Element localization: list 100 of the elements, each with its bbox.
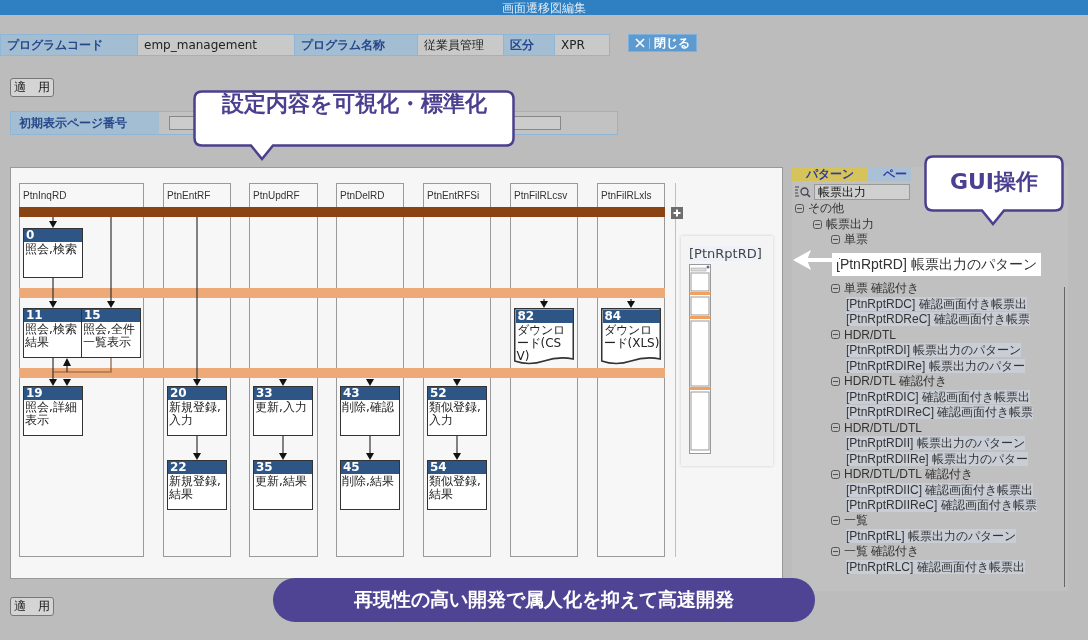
screen-node[interactable]: 43 削除,確認 [340, 386, 400, 436]
collapse-icon[interactable] [831, 423, 840, 433]
pattern-item[interactable]: [PtnRptRL] 帳票出力のパターン [846, 529, 1017, 544]
screen-node[interactable]: 11 照会,検索結果 [23, 308, 83, 358]
lane-title: PtnEntRF [167, 190, 211, 201]
download-node[interactable]: 82 ダウンロード(CSV) [514, 308, 574, 366]
screen-node[interactable]: 20 新規登録,入力 [167, 386, 227, 436]
node-number: 52 [428, 387, 486, 400]
node-label: 照会,検索 [24, 242, 78, 256]
screen-node[interactable]: 45 削除,結果 [340, 460, 400, 510]
arrow [453, 435, 461, 460]
arrow [279, 378, 287, 386]
collapse-icon[interactable] [831, 235, 840, 245]
pattern-item[interactable]: [PtnRptRDReC] 確認画面付き帳票 [846, 312, 1031, 327]
node-label: 削除,確認 [341, 400, 395, 414]
node-number: 19 [24, 387, 82, 400]
node-number: 45 [341, 461, 399, 474]
collapse-icon[interactable] [831, 330, 840, 340]
pattern-item[interactable]: [PtnRptRLC] 確認画面付き帳票出 [846, 560, 1025, 575]
node-number: 35 [254, 461, 312, 474]
lane-title: PtnDelRD [340, 190, 385, 201]
pattern-item[interactable]: [PtnRptRDI] 帳票出力のパターン [846, 343, 1022, 358]
screen-node[interactable]: 54 類似登録,結果 [427, 460, 487, 510]
node-number: 11 [24, 309, 82, 322]
pattern-item[interactable]: [PtnRptRDIC] 確認画面付き帳票出 [846, 389, 1031, 404]
collapse-icon[interactable] [813, 219, 822, 229]
screen-node[interactable]: 0 照会,検索 [23, 228, 83, 278]
node-number: 43 [341, 387, 399, 400]
screen-node[interactable]: 19 照会,詳細表示 [23, 386, 83, 436]
arrow [279, 435, 287, 460]
field-value: 従業員管理 [417, 35, 504, 55]
screen-node[interactable]: 15 照会,全件一覧表示 [81, 308, 141, 358]
tree-group[interactable]: 単票 確認付き [844, 279, 920, 297]
left-arrow-icon [793, 250, 839, 270]
node-label: 更新,結果 [254, 474, 308, 488]
collapse-icon[interactable] [831, 376, 840, 386]
collapse-icon[interactable] [831, 283, 840, 293]
tree-group[interactable]: HDR/DTL/DTL 確認付き [844, 465, 973, 483]
tree-group[interactable]: 帳票出力 [826, 215, 874, 233]
node-number: 54 [428, 461, 486, 474]
lane-title: PtnEntRFSi [427, 190, 480, 201]
collapse-icon[interactable] [831, 469, 840, 479]
tree-group[interactable]: その他 [808, 200, 844, 218]
node-label: 照会,詳細表示 [24, 400, 78, 427]
pattern-item[interactable]: [PtnRptRDII] 帳票出力のパターン [846, 436, 1025, 451]
panel-tab[interactable]: パターン [792, 167, 867, 181]
collapse-icon[interactable] [831, 516, 840, 526]
arrow [366, 435, 374, 460]
node-number: 0 [24, 229, 82, 242]
apply-button[interactable]: 適 用 [10, 597, 54, 616]
pattern-item[interactable]: [PtnRptRDIReC] 確認画面付き帳票 [846, 405, 1034, 420]
node-label: 照会,検索結果 [24, 322, 78, 349]
lane-title: PtnUpdRF [253, 190, 300, 201]
node-number: 33 [254, 387, 312, 400]
node-label: 新規登録,結果 [168, 474, 222, 501]
node-number: 20 [168, 387, 226, 400]
tree-group[interactable]: 一覧 [844, 512, 868, 530]
add-icon[interactable] [671, 207, 683, 219]
pattern-item[interactable]: [PtnRptRDIIRe] 帳票出力のパター [846, 451, 1029, 466]
apply-button[interactable]: 適 用 [10, 78, 54, 97]
search-field[interactable]: 帳票出力 [814, 184, 910, 200]
node-label: 照会,全件一覧表示 [82, 322, 136, 349]
node-label: 類似登録,結果 [428, 474, 482, 501]
arrow [627, 298, 635, 308]
pattern-item[interactable]: [PtnRptRDIIReC] 確認画面付き帳票 [846, 498, 1037, 513]
node-label: ダウンロード(CSV) [515, 322, 566, 363]
screen-node[interactable]: 33 更新,入力 [253, 386, 313, 436]
collapse-icon[interactable] [795, 204, 804, 214]
field-label: プログラムコード [1, 35, 137, 55]
callout-text: GUI操作 [949, 168, 1039, 196]
search-icon[interactable] [795, 186, 811, 198]
banner-text: 再現性の高い開発で属人化を抑えて高速開発 [354, 587, 734, 612]
download-node[interactable]: 84 ダウンロード(XLS) [601, 308, 661, 366]
arrow [49, 216, 57, 228]
close-icon [635, 38, 645, 48]
node-label: 新規登録,入力 [168, 400, 222, 427]
field-label: 区分 [504, 35, 554, 55]
field-value: emp_management [137, 35, 295, 55]
arrow [193, 435, 201, 460]
field-label: 初期表示ページ番号 [11, 112, 159, 134]
arrow [366, 378, 374, 386]
screen-node[interactable]: 52 類似登録,入力 [427, 386, 487, 436]
tree-group[interactable]: HDR/DTL 確認付き [844, 372, 947, 390]
preview-title: [PtnRptRD] [689, 246, 762, 261]
tree-group[interactable]: HDR/DTL [844, 327, 896, 342]
highlighted-pattern-item[interactable]: [PtnRptRD] 帳票出力のパターン [832, 252, 1041, 276]
panel-tab[interactable]: ペー [867, 167, 911, 181]
pattern-item[interactable]: [PtnRptRDIIC] 確認画面付き帳票出 [846, 482, 1034, 497]
pattern-item[interactable]: [PtnRptRDC] 確認画面付き帳票出 [846, 296, 1027, 311]
arrow [49, 277, 57, 308]
arrow [540, 298, 548, 308]
screen-node[interactable]: 22 新規登録,結果 [167, 460, 227, 510]
screen-node[interactable]: 35 更新,結果 [253, 460, 313, 510]
pattern-item[interactable]: [PtnRptRDIRe] 帳票出力のパター [846, 358, 1025, 373]
node-label: 類似登録,入力 [428, 400, 482, 427]
node-number: 22 [168, 461, 226, 474]
collapse-icon[interactable] [831, 547, 840, 557]
tree-group[interactable]: 一覧 確認付き [844, 543, 920, 561]
tree-group[interactable]: 単票 [844, 231, 868, 249]
tree-group[interactable]: HDR/DTL/DTL [844, 420, 922, 435]
